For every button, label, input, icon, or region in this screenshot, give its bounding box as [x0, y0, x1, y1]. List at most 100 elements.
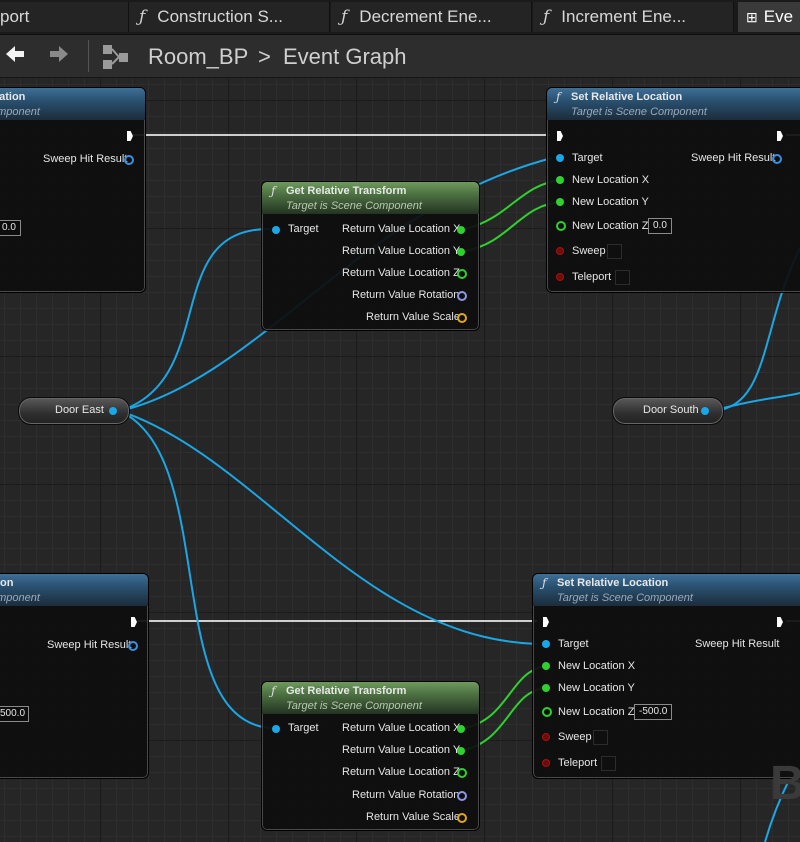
target-pin[interactable] [542, 640, 550, 648]
tab-label: Increment Ene... [561, 7, 687, 26]
new-location-y-pin[interactable] [556, 198, 564, 206]
return-location-x-pin[interactable] [457, 226, 465, 234]
node-subtitle: omponent [0, 106, 40, 118]
breadcrumb-separator: > [258, 44, 271, 69]
teleport-pin[interactable] [542, 759, 550, 767]
location-z-field[interactable]: 0.0 [0, 220, 21, 236]
pin-label: Return Value Rotation [352, 789, 460, 801]
target-pin[interactable] [272, 725, 280, 733]
set-relative-location-node[interactable]: ƒ Set Relative Location Target is Scene … [546, 87, 800, 293]
return-location-y-pin[interactable] [457, 747, 465, 755]
new-location-z-field[interactable]: -500.0 [634, 704, 673, 720]
nav-divider [88, 40, 89, 72]
pin-label: Sweep Hit Result [695, 638, 780, 650]
node-title: ion [0, 577, 14, 589]
new-location-z-field[interactable]: 0.0 [648, 218, 672, 234]
tab-construction-script[interactable]: ƒ Construction S... [129, 2, 330, 32]
variable-label: Door East [55, 404, 104, 416]
function-icon: ƒ [341, 7, 348, 27]
pin-label: Sweep Hit Result [43, 153, 128, 165]
graph-nav-bar: Room_BP > Event Graph [0, 35, 800, 78]
graph-watermark: B [770, 757, 800, 810]
exec-in-pin[interactable] [543, 617, 549, 627]
tab-decrement-enemies[interactable]: ƒ Decrement Ene... [331, 2, 532, 32]
breadcrumb-current: Event Graph [283, 44, 407, 69]
door-south-variable-node[interactable]: Door South [612, 397, 724, 425]
target-pin[interactable] [272, 226, 280, 234]
sweep-hit-result-pin[interactable] [124, 155, 134, 165]
new-location-z-pin[interactable] [542, 707, 552, 717]
target-pin[interactable] [556, 154, 564, 162]
node-subtitle: omponent [0, 592, 40, 604]
tab-increment-enemies[interactable]: ƒ Increment Ene... [533, 2, 734, 32]
sweep-checkbox[interactable] [607, 244, 622, 259]
set-relative-location-node-partial[interactable]: ion omponent Sweep Hit Result 500.0 [0, 573, 149, 779]
teleport-pin[interactable] [556, 273, 564, 281]
event-graph-canvas[interactable]: cation omponent Sweep Hit Result 0.0 ion… [0, 78, 800, 842]
exec-out-pin[interactable] [131, 617, 137, 627]
node-title: cation [0, 91, 26, 103]
door-east-variable-node[interactable]: Door East [18, 397, 130, 425]
return-rotation-pin[interactable] [457, 291, 467, 301]
new-location-y-pin[interactable] [542, 684, 550, 692]
pin-label: Return Value Scale [366, 311, 460, 323]
return-location-z-pin[interactable] [457, 269, 467, 279]
pin-label: New Location Z [572, 220, 649, 232]
exec-out-pin[interactable] [777, 617, 783, 627]
tab-partial-left[interactable]: port [0, 2, 129, 32]
sweep-hit-result-pin[interactable] [128, 641, 138, 651]
set-relative-location-node-partial[interactable]: cation omponent Sweep Hit Result 0.0 [0, 87, 146, 293]
pin-label: Return Value Location Z [342, 267, 460, 279]
node-title: Get Relative Transform [286, 685, 407, 697]
tab-label: Eve [763, 7, 794, 26]
sweep-hit-result-pin[interactable] [772, 154, 782, 164]
pin-label: Sweep Hit Result [47, 639, 132, 651]
get-relative-transform-node[interactable]: ƒ Get Relative Transform Target is Scene… [261, 181, 480, 331]
exec-in-pin[interactable] [557, 131, 563, 141]
set-relative-location-node[interactable]: ƒ Set Relative Location Target is Scene … [532, 573, 800, 779]
sweep-pin[interactable] [556, 247, 564, 255]
return-scale-pin[interactable] [457, 313, 467, 323]
tab-label: Construction S... [157, 7, 283, 26]
node-title: Get Relative Transform [286, 185, 407, 197]
new-location-z-pin[interactable] [556, 221, 566, 231]
pin-label: Sweep Hit Result [691, 152, 776, 164]
get-relative-transform-node[interactable]: ƒ Get Relative Transform Target is Scene… [261, 681, 480, 831]
sweep-checkbox[interactable] [593, 730, 608, 745]
tab-event-graph[interactable]: ⊞ Eve [738, 2, 800, 32]
exec-out-pin[interactable] [127, 131, 133, 141]
return-scale-pin[interactable] [457, 813, 467, 823]
back-arrow-icon[interactable] [4, 43, 26, 71]
sweep-pin[interactable] [542, 733, 550, 741]
graph-icon: ⊞ [746, 9, 758, 25]
node-title: Set Relative Location [571, 91, 683, 103]
return-location-z-pin[interactable] [457, 768, 467, 778]
door-east-output-pin[interactable] [109, 407, 117, 415]
node-subtitle: Target is Scene Component [286, 700, 422, 712]
pin-label: Target [572, 152, 603, 164]
door-south-output-pin[interactable] [701, 407, 709, 415]
location-z-field[interactable]: 500.0 [0, 706, 29, 722]
node-header: ƒ Set Relative Location Target is Scene … [533, 574, 800, 606]
graph-icon [102, 44, 130, 76]
tab-label: port [0, 7, 30, 26]
breadcrumb-blueprint[interactable]: Room_BP [148, 44, 248, 70]
teleport-checkbox[interactable] [615, 270, 630, 285]
new-location-x-pin[interactable] [542, 662, 550, 670]
return-rotation-pin[interactable] [457, 791, 467, 801]
pin-label: Teleport [558, 757, 598, 769]
return-location-x-pin[interactable] [457, 725, 465, 733]
pin-label: Sweep [572, 245, 606, 257]
pin-label: Return Value Location Y [342, 245, 461, 257]
node-header: ion omponent [0, 574, 148, 606]
teleport-checkbox[interactable] [601, 756, 616, 771]
new-location-x-pin[interactable] [556, 176, 564, 184]
node-header: ƒ Get Relative Transform Target is Scene… [262, 682, 479, 714]
pin-label: Return Value Scale [366, 811, 460, 823]
function-icon: ƒ [556, 90, 561, 104]
pin-label: Return Value Location Y [342, 744, 461, 756]
exec-out-pin[interactable] [777, 131, 783, 141]
return-location-y-pin[interactable] [457, 248, 465, 256]
node-title: Set Relative Location [557, 577, 669, 589]
forward-arrow-icon[interactable] [48, 43, 70, 71]
